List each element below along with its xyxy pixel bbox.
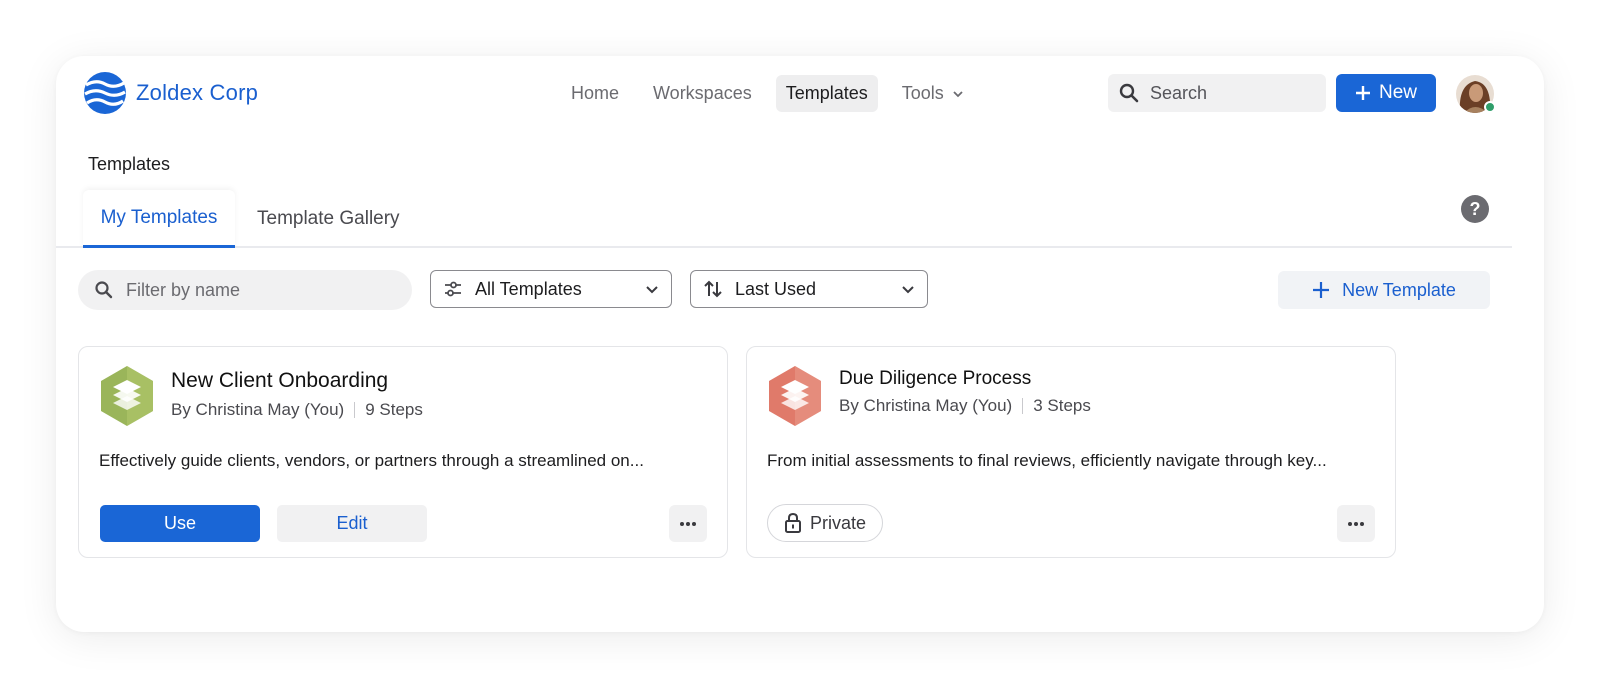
plus-icon [1313,282,1330,298]
nav-label: Workspaces [653,83,752,103]
new-template-label: New Template [1342,279,1456,300]
zoldex-logo-icon [84,72,126,114]
online-status-indicator [1484,101,1496,113]
use-button[interactable]: Use [100,505,260,542]
chevron-down-icon [902,285,914,293]
nav-item-templates[interactable]: Templates [775,75,878,112]
search-icon [1119,83,1139,103]
nav-item-home[interactable]: Home [561,75,629,112]
nav-item-workspaces[interactable]: Workspaces [643,75,762,112]
sort-icon [704,280,722,298]
edit-button[interactable]: Edit [277,505,427,542]
sliders-icon [445,281,461,297]
brand-name: Zoldex Corp [136,80,259,105]
template-tabs: My Templates Template Gallery [56,190,1512,248]
template-card[interactable]: Due Diligence Process By Christina May (… [746,346,1396,558]
app-window: Zoldex Corp Home Workspaces Templates To… [56,56,1544,632]
template-stack-icon [101,366,153,426]
new-button[interactable]: New [1336,74,1436,112]
template-type-value: All Templates [475,278,582,299]
nav-item-tools[interactable]: Tools [892,75,974,112]
page-title: Templates [88,154,171,174]
template-description: From initial assessments to final review… [767,451,1327,470]
nav-label: Home [571,83,620,103]
global-search-input[interactable]: Search [1108,74,1326,112]
ellipsis-icon [680,521,696,526]
template-author: By Christina May (You) [171,400,345,419]
visibility-label: Private [809,512,867,533]
template-author: By Christina May (You) [839,396,1013,415]
main-nav: Home Workspaces Templates Tools [561,75,988,112]
template-meta: By Christina May (You) 9 Steps [171,400,423,420]
search-placeholder: Search [1150,82,1208,103]
plus-icon [1355,86,1370,100]
filter-placeholder: Filter by name [126,279,241,300]
lock-icon [784,512,801,533]
more-options-button[interactable] [669,505,707,542]
template-description: Effectively guide clients, vendors, or p… [99,451,644,470]
nav-label: Templates [785,83,868,103]
chevron-down-icon [953,90,963,97]
template-meta: By Christina May (You) 3 Steps [839,396,1091,416]
template-steps: 9 Steps [365,400,423,419]
template-type-select[interactable]: All Templates [430,270,672,308]
template-steps: 3 Steps [1033,396,1091,415]
search-icon [95,281,113,299]
meta-divider [1022,398,1024,414]
private-badge: Private [767,504,883,542]
chevron-down-icon [646,285,658,293]
tab-template-gallery[interactable]: Template Gallery [257,190,400,248]
new-button-label: New [1378,82,1417,103]
nav-label: Tools [901,83,944,103]
brand-logo[interactable]: Zoldex Corp [84,72,258,114]
template-title[interactable]: Due Diligence Process [839,368,1031,390]
sort-select[interactable]: Last Used [690,270,928,308]
more-options-button[interactable] [1337,505,1375,542]
ellipsis-icon [1348,521,1364,526]
filter-by-name-input[interactable]: Filter by name [78,270,412,310]
help-icon[interactable]: ? [1461,195,1489,223]
meta-divider [354,402,356,418]
sort-value: Last Used [735,278,817,299]
new-template-button[interactable]: New Template [1278,271,1490,309]
tab-my-templates[interactable]: My Templates [83,190,235,248]
template-card[interactable]: New Client Onboarding By Christina May (… [78,346,728,558]
template-stack-icon [769,366,821,426]
user-avatar[interactable] [1456,75,1496,113]
template-title[interactable]: New Client Onboarding [171,369,388,393]
